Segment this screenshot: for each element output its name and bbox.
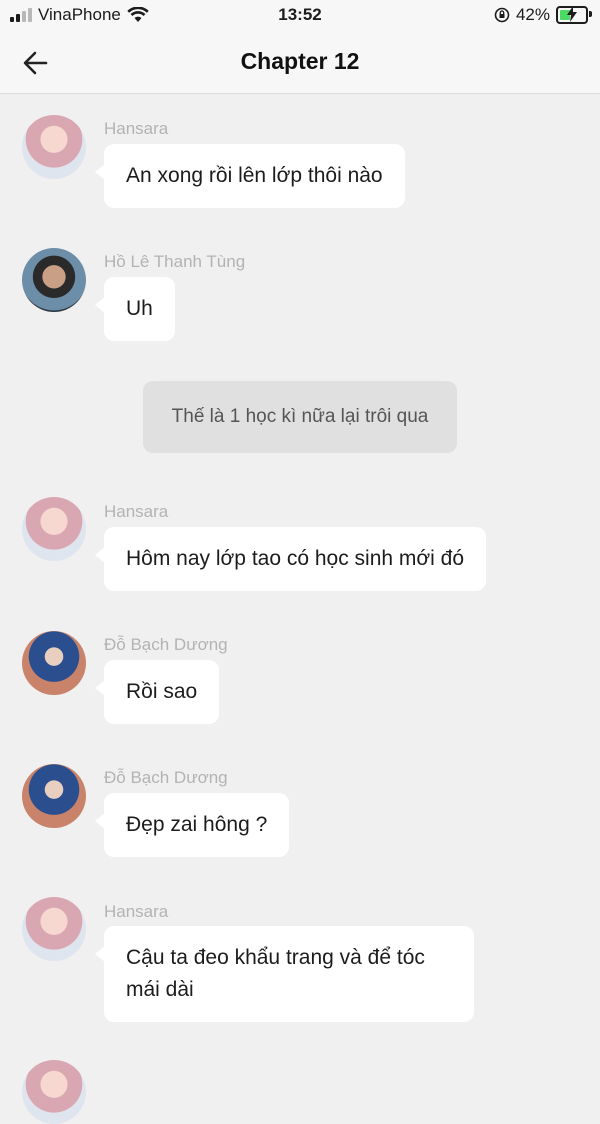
sender-name: Hansara	[104, 902, 169, 921]
avatar[interactable]	[22, 497, 86, 561]
sender-name: Đỗ Bạch Dương	[104, 768, 228, 787]
system-message: Thế là 1 học kì nữa lại trôi qua	[143, 381, 457, 453]
charging-bolt-icon	[567, 6, 577, 22]
sender-name: Hồ Lê Thanh Tùng	[104, 252, 246, 271]
battery-icon	[556, 6, 592, 24]
sender-name: Hansara	[104, 502, 169, 521]
avatar[interactable]	[22, 1060, 86, 1124]
status-right: 42%	[494, 5, 592, 25]
avatar[interactable]	[22, 764, 86, 828]
avatar[interactable]	[22, 248, 86, 312]
message-bubble[interactable]: Hôm nay lớp tao có học sinh mới đó	[94, 527, 487, 591]
battery-percent: 42%	[515, 5, 550, 24]
message-bubble[interactable]: Cậu ta đeo khẩu trang và để tóc mái dài	[95, 926, 474, 1022]
avatar[interactable]	[22, 897, 86, 961]
message-bubble[interactable]: An xong rồi lên lớp thôi nào	[95, 144, 405, 208]
page-title: Chapter 12	[240, 48, 360, 74]
status-bar: VinaPhone 13:52 42%	[0, 0, 600, 32]
message-bubble[interactable]: Đẹp zai hông ?	[94, 793, 290, 857]
avatar[interactable]	[22, 115, 86, 179]
message-bubble[interactable]: Uh	[95, 277, 175, 341]
sender-name: Hansara	[104, 119, 169, 138]
message-bubble[interactable]: Rồi sao	[94, 660, 220, 724]
orientation-lock-icon	[494, 7, 510, 23]
sender-name: Đỗ Bạch Dương	[104, 635, 228, 654]
chapter-header: Chapter 12	[0, 32, 600, 94]
avatar[interactable]	[22, 631, 86, 695]
